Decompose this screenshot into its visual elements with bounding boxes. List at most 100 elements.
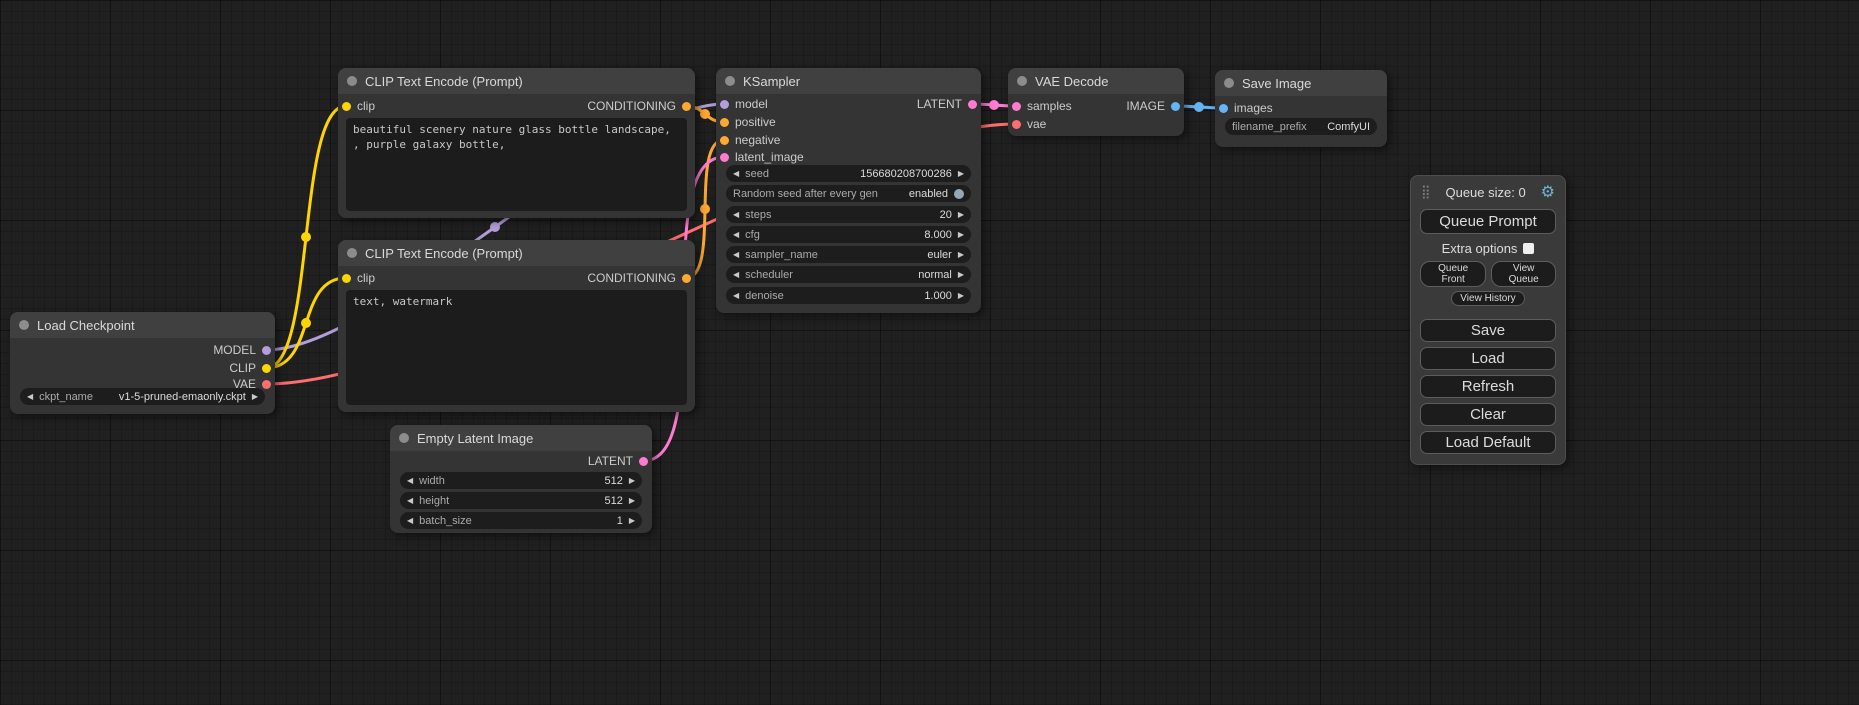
node-clip-text-encode-positive[interactable]: CLIP Text Encode (Prompt) clip CONDITION… — [338, 68, 695, 218]
queue-front-button[interactable]: Queue Front — [1420, 261, 1486, 287]
node-load-checkpoint[interactable]: Load Checkpoint MODEL CLIP VAE ◀ ckpt_na… — [10, 312, 275, 414]
node-clip-text-encode-negative[interactable]: CLIP Text Encode (Prompt) clip CONDITION… — [338, 240, 695, 412]
collapse-dot-icon[interactable] — [725, 76, 735, 86]
decrement-arrow-icon[interactable]: ◀ — [733, 226, 739, 243]
widget-seed[interactable]: ◀ seed 156680208700286 ▶ — [726, 165, 971, 182]
collapse-dot-icon[interactable] — [347, 248, 357, 258]
output-port-clip[interactable] — [262, 364, 271, 373]
node-header[interactable]: Save Image — [1215, 70, 1387, 96]
input-port-vae[interactable] — [1012, 120, 1021, 129]
widget-value: 512 — [604, 495, 622, 507]
output-port-vae[interactable] — [262, 380, 271, 389]
queue-prompt-button[interactable]: Queue Prompt — [1420, 209, 1556, 234]
decrement-arrow-icon[interactable]: ◀ — [407, 472, 413, 489]
extra-options-checkbox[interactable] — [1523, 243, 1534, 254]
view-queue-button[interactable]: View Queue — [1491, 261, 1556, 287]
node-vae-decode[interactable]: VAE Decode samples vae IMAGE — [1008, 68, 1184, 136]
widget-scheduler[interactable]: ◀ scheduler normal ▶ — [726, 266, 971, 283]
increment-arrow-icon[interactable]: ▶ — [629, 512, 635, 529]
collapse-dot-icon[interactable] — [19, 320, 29, 330]
prompt-text-input[interactable]: beautiful scenery nature glass bottle la… — [346, 118, 687, 211]
drag-handle-icon[interactable]: ⣿ — [1421, 184, 1431, 200]
output-port-conditioning[interactable] — [682, 102, 691, 111]
widget-ckpt-name[interactable]: ◀ ckpt_name v1-5-pruned-emaonly.ckpt ▶ — [20, 388, 265, 405]
increment-arrow-icon[interactable]: ▶ — [958, 287, 964, 304]
widget-label: batch_size — [419, 515, 472, 527]
collapse-dot-icon[interactable] — [399, 433, 409, 443]
collapse-dot-icon[interactable] — [1017, 76, 1027, 86]
node-header[interactable]: CLIP Text Encode (Prompt) — [338, 68, 695, 94]
widget-label: cfg — [745, 229, 760, 241]
increment-arrow-icon[interactable]: ▶ — [958, 206, 964, 223]
widget-cfg[interactable]: ◀ cfg 8.000 ▶ — [726, 226, 971, 243]
increment-arrow-icon[interactable]: ▶ — [958, 165, 964, 182]
node-header[interactable]: Empty Latent Image — [390, 425, 652, 451]
prompt-text-input[interactable]: text, watermark — [346, 290, 687, 405]
load-default-button[interactable]: Load Default — [1420, 431, 1556, 454]
node-header[interactable]: KSampler — [716, 68, 981, 94]
widget-random-seed-toggle[interactable]: Random seed after every gen enabled — [726, 185, 971, 202]
wire-dot-clip-negative — [301, 318, 311, 328]
widget-value: 8.000 — [924, 229, 952, 241]
input-port-samples[interactable] — [1012, 102, 1021, 111]
slot-label: LATENT — [588, 454, 633, 468]
decrement-arrow-icon[interactable]: ◀ — [733, 246, 739, 263]
output-port-latent[interactable] — [639, 457, 648, 466]
decrement-arrow-icon[interactable]: ◀ — [733, 206, 739, 223]
input-port-images[interactable] — [1219, 104, 1228, 113]
input-port-negative[interactable] — [720, 136, 729, 145]
input-port-model[interactable] — [720, 100, 729, 109]
increment-arrow-icon[interactable]: ▶ — [958, 226, 964, 243]
load-button[interactable]: Load — [1420, 347, 1556, 370]
refresh-button[interactable]: Refresh — [1420, 375, 1556, 398]
clear-button[interactable]: Clear — [1420, 403, 1556, 426]
widget-sampler-name[interactable]: ◀ sampler_name euler ▶ — [726, 246, 971, 263]
input-port-positive[interactable] — [720, 118, 729, 127]
save-button[interactable]: Save — [1420, 319, 1556, 342]
widget-steps[interactable]: ◀ steps 20 ▶ — [726, 206, 971, 223]
input-slot-latent-image: latent_image — [720, 149, 804, 165]
increment-arrow-icon[interactable]: ▶ — [252, 388, 258, 405]
decrement-arrow-icon[interactable]: ◀ — [733, 266, 739, 283]
increment-arrow-icon[interactable]: ▶ — [958, 246, 964, 263]
widget-width[interactable]: ◀ width 512 ▶ — [400, 472, 642, 489]
widget-filename-prefix[interactable]: filename_prefix ComfyUI — [1225, 118, 1377, 135]
widget-denoise[interactable]: ◀ denoise 1.000 ▶ — [726, 287, 971, 304]
settings-gear-icon[interactable]: ⚙ — [1541, 182, 1555, 202]
widget-value: ComfyUI — [1327, 121, 1370, 133]
decrement-arrow-icon[interactable]: ◀ — [27, 388, 33, 405]
input-port-clip[interactable] — [342, 274, 351, 283]
decrement-arrow-icon[interactable]: ◀ — [733, 287, 739, 304]
node-header[interactable]: CLIP Text Encode (Prompt) — [338, 240, 695, 266]
widget-label: denoise — [745, 290, 784, 302]
collapse-dot-icon[interactable] — [1224, 78, 1234, 88]
view-history-button[interactable]: View History — [1451, 291, 1524, 306]
slot-label: CONDITIONING — [587, 271, 676, 285]
widget-value: 1.000 — [924, 290, 952, 302]
node-save-image[interactable]: Save Image images filename_prefix ComfyU… — [1215, 70, 1387, 147]
input-slot-negative: negative — [720, 132, 780, 148]
output-port-latent[interactable] — [968, 100, 977, 109]
node-canvas[interactable]: Load Checkpoint MODEL CLIP VAE ◀ ckpt_na… — [0, 0, 1859, 705]
widget-height[interactable]: ◀ height 512 ▶ — [400, 492, 642, 509]
node-header[interactable]: VAE Decode — [1008, 68, 1184, 94]
toggle-knob-icon[interactable] — [954, 189, 964, 199]
increment-arrow-icon[interactable]: ▶ — [629, 492, 635, 509]
node-empty-latent-image[interactable]: Empty Latent Image LATENT ◀ width 512 ▶ … — [390, 425, 652, 533]
increment-arrow-icon[interactable]: ▶ — [958, 266, 964, 283]
output-port-model[interactable] — [262, 346, 271, 355]
decrement-arrow-icon[interactable]: ◀ — [407, 512, 413, 529]
node-title: CLIP Text Encode (Prompt) — [365, 74, 523, 89]
widget-batch-size[interactable]: ◀ batch_size 1 ▶ — [400, 512, 642, 529]
output-port-conditioning[interactable] — [682, 274, 691, 283]
node-ksampler[interactable]: KSampler model positive negative latent_… — [716, 68, 981, 313]
increment-arrow-icon[interactable]: ▶ — [629, 472, 635, 489]
decrement-arrow-icon[interactable]: ◀ — [733, 165, 739, 182]
input-port-clip[interactable] — [342, 102, 351, 111]
output-port-image[interactable] — [1171, 102, 1180, 111]
decrement-arrow-icon[interactable]: ◀ — [407, 492, 413, 509]
input-slot-positive: positive — [720, 114, 776, 130]
collapse-dot-icon[interactable] — [347, 76, 357, 86]
input-port-latent-image[interactable] — [720, 153, 729, 162]
node-header[interactable]: Load Checkpoint — [10, 312, 275, 338]
